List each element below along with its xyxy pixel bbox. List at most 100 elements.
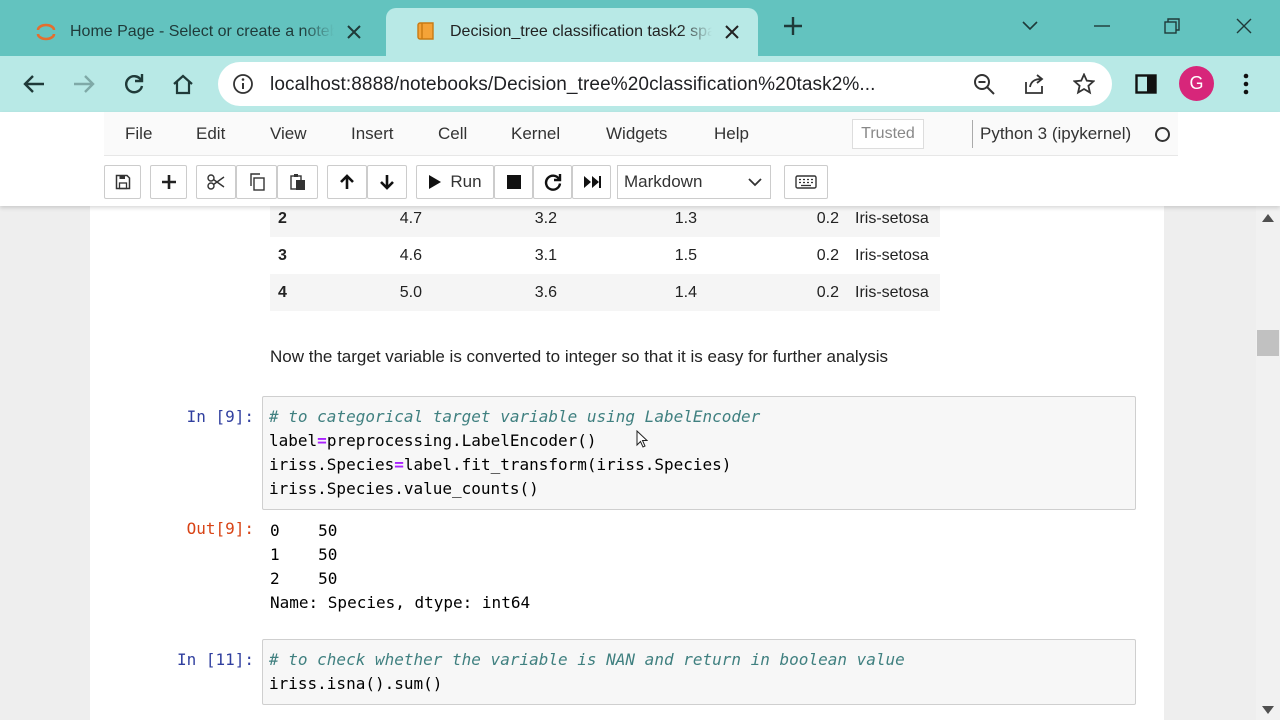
- side-panel-icon[interactable]: [1126, 64, 1166, 104]
- notebook-icon: [414, 20, 438, 44]
- output-line: 2 50: [270, 569, 338, 588]
- cell-type-value: Markdown: [624, 172, 703, 191]
- table-cell: 1.4: [674, 283, 697, 301]
- browser-toolbar: localhost:8888/notebooks/Decision_tree%2…: [0, 56, 1280, 112]
- scrollbar-thumb[interactable]: [1257, 330, 1279, 356]
- restart-kernel-button[interactable]: [533, 165, 572, 199]
- tab-search-chevron-icon[interactable]: [1010, 10, 1050, 42]
- minimize-icon[interactable]: [1082, 10, 1122, 42]
- zoom-icon[interactable]: [972, 72, 996, 96]
- site-info-icon[interactable]: [232, 73, 254, 95]
- paste-button[interactable]: [277, 165, 318, 199]
- home-icon[interactable]: [163, 64, 203, 104]
- code-cell-editor[interactable]: # to check whether the variable is NAN a…: [262, 639, 1136, 705]
- code-line: iriss.Species=label.fit_transform(iriss.…: [269, 453, 1129, 477]
- table-cell: 0.2: [816, 283, 839, 301]
- menu-widgets[interactable]: Widgets: [606, 124, 667, 144]
- reload-icon[interactable]: [114, 64, 154, 104]
- menu-cell[interactable]: Cell: [438, 124, 467, 144]
- markdown-cell-text[interactable]: Now the target variable is converted to …: [270, 347, 888, 367]
- arrow-down-icon: [380, 175, 394, 190]
- output-prompt: Out[9]:: [186, 519, 254, 538]
- table-cell: 3.2: [534, 209, 557, 227]
- table-cell: 4.7: [399, 209, 422, 227]
- vertical-scrollbar[interactable]: [1256, 206, 1280, 720]
- copy-button[interactable]: [236, 165, 277, 199]
- tab-title: Decision_tree classification task2 space: [450, 23, 712, 40]
- save-button[interactable]: [104, 165, 141, 199]
- menu-insert[interactable]: Insert: [351, 124, 394, 144]
- cell-output: 0 50 1 50 2 50 Name: Species, dtype: int…: [270, 519, 530, 615]
- insert-cell-button[interactable]: [150, 165, 187, 199]
- cut-button[interactable]: [196, 165, 236, 199]
- table-cell: 0.2: [816, 246, 839, 264]
- table-cell: 0.2: [816, 209, 839, 227]
- output-line: Name: Species, dtype: int64: [270, 593, 531, 612]
- menu-view[interactable]: View: [270, 124, 307, 144]
- output-line: 0 50: [270, 521, 338, 540]
- close-tab-icon[interactable]: [720, 20, 744, 44]
- address-bar[interactable]: localhost:8888/notebooks/Decision_tree%2…: [218, 62, 1112, 106]
- plus-icon: [161, 175, 176, 189]
- move-down-button[interactable]: [367, 165, 407, 199]
- interrupt-button[interactable]: [494, 165, 533, 199]
- code-token: label: [269, 431, 318, 450]
- command-palette-button[interactable]: [784, 165, 828, 199]
- table-cell: 5.0: [399, 283, 422, 301]
- restore-window-icon[interactable]: [1152, 10, 1192, 42]
- kernel-name[interactable]: Python 3 (ipykernel): [980, 124, 1131, 144]
- trusted-indicator[interactable]: Trusted: [852, 119, 924, 149]
- code-line: label=preprocessing.LabelEncoder(): [269, 429, 1129, 453]
- scroll-up-arrow-icon[interactable]: [1262, 214, 1274, 222]
- arrow-up-icon: [340, 174, 354, 189]
- table-cell: 1.5: [674, 246, 697, 264]
- code-operator: =: [317, 431, 327, 450]
- menu-help[interactable]: Help: [714, 124, 749, 144]
- code-operator: =: [394, 455, 404, 474]
- chevron-down-icon: [748, 174, 762, 194]
- close-tab-icon[interactable]: [342, 20, 366, 44]
- restart-icon: [544, 174, 561, 191]
- move-up-button[interactable]: [327, 165, 367, 199]
- tab-home-page[interactable]: Home Page - Select or create a notebook: [6, 8, 380, 56]
- back-arrow-icon[interactable]: [14, 64, 54, 104]
- scroll-down-arrow-icon[interactable]: [1262, 706, 1274, 714]
- output-line: 1 50: [270, 545, 338, 564]
- menu-kernel[interactable]: Kernel: [511, 124, 560, 144]
- notebook-container: 2 4.7 3.2 1.3 0.2 Iris-setosa 3 4.6 3.1 …: [90, 206, 1164, 720]
- input-prompt: In [9]:: [186, 407, 254, 426]
- bookmark-star-icon[interactable]: [1072, 72, 1096, 96]
- menu-edit[interactable]: Edit: [196, 124, 225, 144]
- profile-avatar[interactable]: G: [1179, 66, 1214, 101]
- table-cell: 3.1: [534, 246, 557, 264]
- jupyter-header: File Edit View Insert Cell Kernel Widget…: [0, 112, 1280, 206]
- close-window-icon[interactable]: [1224, 10, 1264, 42]
- share-icon[interactable]: [1022, 72, 1046, 96]
- table-row: 3 4.6 3.1 1.5 0.2 Iris-setosa: [270, 237, 940, 274]
- cell-type-select[interactable]: Markdown: [617, 165, 771, 199]
- table-row: 4 5.0 3.6 1.4 0.2 Iris-setosa: [270, 274, 940, 311]
- table-cell: Iris-setosa: [855, 246, 929, 264]
- code-line: iriss.isna().sum(): [269, 674, 443, 693]
- code-cell-editor[interactable]: # to categorical target variable using L…: [262, 396, 1136, 510]
- tab-title: Home Page - Select or create a notebook: [70, 23, 334, 40]
- restart-run-all-button[interactable]: [572, 165, 611, 199]
- jupyter-logo-icon: [34, 20, 58, 44]
- table-row: 2 4.7 3.2 1.3 0.2 Iris-setosa: [270, 206, 940, 237]
- more-menu-icon[interactable]: [1226, 64, 1266, 104]
- row-index: 2: [278, 209, 287, 227]
- code-token: iriss.Species: [269, 455, 395, 474]
- browser-tab-strip: Home Page - Select or create a notebook …: [0, 0, 1280, 56]
- notebook-area: 2 4.7 3.2 1.3 0.2 Iris-setosa 3 4.6 3.1 …: [0, 206, 1256, 720]
- new-tab-plus-icon[interactable]: [778, 14, 808, 44]
- code-comment: # to categorical target variable using L…: [269, 407, 761, 426]
- stop-icon: [506, 175, 521, 189]
- menu-file[interactable]: File: [125, 124, 152, 144]
- code-line: iriss.Species.value_counts(): [269, 479, 539, 498]
- menu-bar: File Edit View Insert Cell Kernel Widget…: [104, 112, 1178, 156]
- kernel-idle-indicator-icon: [1155, 127, 1170, 142]
- run-button[interactable]: Run: [416, 165, 494, 199]
- tab-decision-tree-notebook[interactable]: Decision_tree classification task2 space: [386, 8, 758, 56]
- table-cell: 3.6: [534, 283, 557, 301]
- forward-arrow-icon[interactable]: [64, 64, 104, 104]
